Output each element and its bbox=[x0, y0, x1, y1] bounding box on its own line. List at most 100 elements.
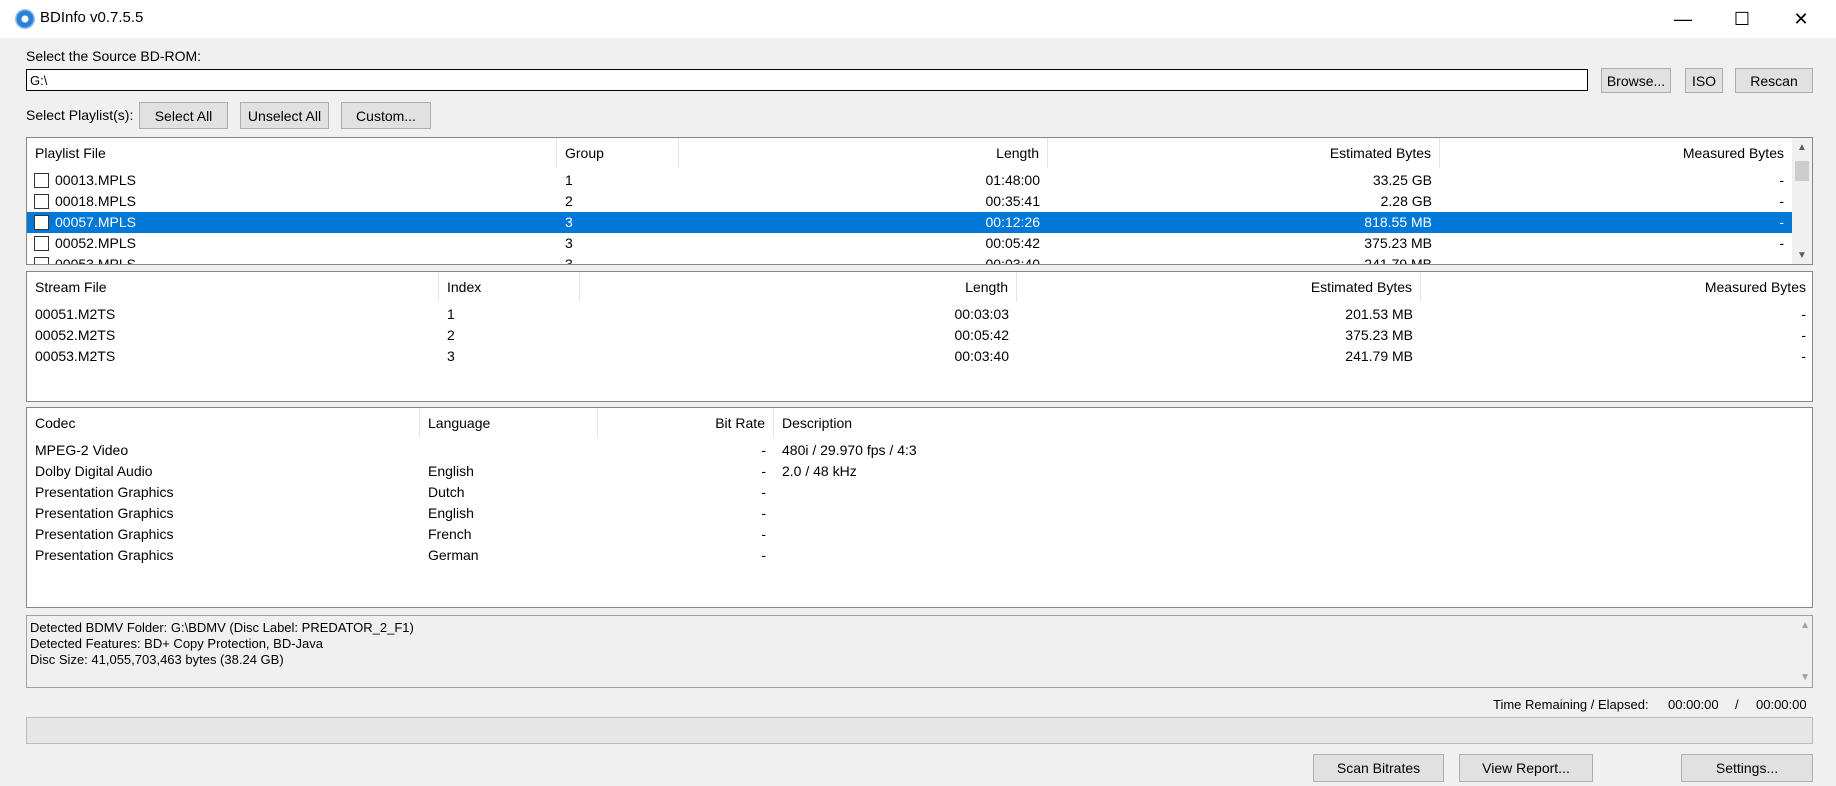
playlist-list[interactable]: Playlist File Group Length Estimated Byt… bbox=[26, 137, 1813, 265]
window-title: BDInfo v0.7.5.5 bbox=[40, 9, 144, 26]
codec-cell-language: French bbox=[428, 526, 472, 542]
time-remaining-value: 00:00:00 bbox=[1668, 697, 1719, 712]
close-button[interactable]: ✕ bbox=[1771, 0, 1831, 38]
stream-cell-index: 2 bbox=[447, 327, 455, 343]
title-bar: BDInfo v0.7.5.5 — ☐ ✕ bbox=[0, 0, 1836, 38]
playlist-row[interactable]: 00052.MPLS 3 00:05:42 375.23 MB - bbox=[27, 233, 1792, 254]
codec-cell-bitrate: - bbox=[761, 505, 766, 521]
scroll-up-arrow-icon[interactable]: ▲ bbox=[1792, 138, 1812, 156]
stream-row[interactable]: 00053.M2TS 3 00:03:40 241.79 MB - bbox=[27, 346, 1812, 367]
codec-cell-language: German bbox=[428, 547, 479, 563]
codec-cell-description bbox=[774, 524, 1812, 545]
codec-row[interactable]: MPEG-2 Video -480i / 29.970 fps / 4:3 bbox=[27, 440, 1812, 461]
playlist-cell-length: 00:05:42 bbox=[985, 235, 1041, 251]
codec-cell-bitrate: - bbox=[761, 484, 766, 500]
stream-list[interactable]: Stream File Index Length Estimated Bytes… bbox=[26, 271, 1813, 402]
browse-button[interactable]: Browse... bbox=[1601, 68, 1671, 93]
maximize-button[interactable]: ☐ bbox=[1712, 0, 1772, 38]
codec-cell-language bbox=[420, 440, 598, 461]
col-stream-file[interactable]: Stream File bbox=[27, 272, 439, 302]
settings-button[interactable]: Settings... bbox=[1681, 754, 1813, 782]
codec-list[interactable]: Codec Language Bit Rate Description MPEG… bbox=[26, 407, 1813, 608]
status-scroll-up-icon[interactable]: ▲ bbox=[1800, 620, 1810, 631]
col-measured-bytes[interactable]: Measured Bytes bbox=[1440, 138, 1792, 168]
col-stream-measured[interactable]: Measured Bytes bbox=[1421, 272, 1812, 302]
playlist-row[interactable]: 00013.MPLS 1 01:48:00 33.25 GB - bbox=[27, 170, 1792, 191]
source-path-input[interactable] bbox=[26, 69, 1588, 91]
stream-row[interactable]: 00052.M2TS 2 00:05:42 375.23 MB - bbox=[27, 325, 1812, 346]
minimize-button[interactable]: — bbox=[1653, 0, 1713, 38]
stream-cell-index: 1 bbox=[447, 306, 455, 322]
col-playlist-file[interactable]: Playlist File bbox=[27, 138, 557, 168]
codec-row[interactable]: Presentation Graphics German - bbox=[27, 545, 1812, 566]
custom-button[interactable]: Custom... bbox=[341, 102, 431, 129]
stream-cell-length: 00:03:03 bbox=[954, 306, 1010, 322]
status-text-box[interactable]: Detected BDMV Folder: G:\BDMV (Disc Labe… bbox=[26, 615, 1813, 688]
select-all-button[interactable]: Select All bbox=[139, 102, 228, 129]
col-bit-rate[interactable]: Bit Rate bbox=[598, 408, 774, 438]
codec-cell-codec: Presentation Graphics bbox=[35, 484, 174, 500]
playlist-header: Playlist File Group Length Estimated Byt… bbox=[27, 138, 1812, 168]
status-line-folder: Detected BDMV Folder: G:\BDMV (Disc Labe… bbox=[30, 620, 414, 635]
codec-row[interactable]: Presentation Graphics French - bbox=[27, 524, 1812, 545]
codec-header: Codec Language Bit Rate Description bbox=[27, 408, 1812, 438]
col-codec[interactable]: Codec bbox=[27, 408, 420, 438]
codec-cell-description: 480i / 29.970 fps / 4:3 bbox=[782, 442, 917, 458]
status-scroll-down-icon[interactable]: ▼ bbox=[1800, 672, 1810, 683]
scroll-down-arrow-icon[interactable]: ▼ bbox=[1792, 246, 1812, 264]
codec-row[interactable]: Presentation Graphics English - bbox=[27, 503, 1812, 524]
col-estimated-bytes[interactable]: Estimated Bytes bbox=[1048, 138, 1440, 168]
time-remaining-label: Time Remaining / Elapsed: bbox=[1493, 697, 1649, 712]
stream-row[interactable]: 00051.M2TS 1 00:03:03 201.53 MB - bbox=[27, 304, 1812, 325]
status-line-features: Detected Features: BD+ Copy Protection, … bbox=[30, 636, 323, 651]
unselect-all-button[interactable]: Unselect All bbox=[240, 102, 329, 129]
codec-cell-codec: Presentation Graphics bbox=[35, 547, 174, 563]
playlist-cell-file: 00053.MPLS bbox=[55, 256, 136, 265]
stream-cell-estimated: 375.23 MB bbox=[1345, 327, 1413, 343]
codec-row[interactable]: Presentation Graphics Dutch - bbox=[27, 482, 1812, 503]
stream-cell-measured: - bbox=[1801, 306, 1806, 322]
codec-cell-codec: Dolby Digital Audio bbox=[35, 463, 153, 479]
codec-cell-bitrate: - bbox=[761, 442, 766, 458]
scan-bitrates-button[interactable]: Scan Bitrates bbox=[1313, 754, 1444, 782]
col-stream-estimated[interactable]: Estimated Bytes bbox=[1017, 272, 1421, 302]
codec-cell-codec: Presentation Graphics bbox=[35, 505, 174, 521]
playlist-row[interactable]: 00018.MPLS 2 00:35:41 2.28 GB - bbox=[27, 191, 1792, 212]
codec-cell-language: English bbox=[428, 505, 474, 521]
iso-button[interactable]: ISO bbox=[1685, 68, 1723, 93]
col-language[interactable]: Language bbox=[420, 408, 598, 438]
col-index[interactable]: Index bbox=[439, 272, 580, 302]
playlist-cell-estimated: 33.25 GB bbox=[1372, 172, 1432, 188]
codec-cell-description bbox=[774, 545, 1812, 566]
playlist-scrollbar[interactable]: ▲ ▼ bbox=[1792, 138, 1812, 264]
codec-row[interactable]: Dolby Digital Audio English -2.0 / 48 kHz bbox=[27, 461, 1812, 482]
stream-cell-measured: - bbox=[1801, 348, 1806, 364]
rescan-button[interactable]: Rescan bbox=[1735, 68, 1813, 93]
playlist-row[interactable]: 00057.MPLS 3 00:12:26 818.55 MB - bbox=[27, 212, 1792, 233]
codec-cell-description bbox=[774, 503, 1812, 524]
col-description[interactable]: Description bbox=[774, 408, 1812, 438]
playlist-cell-file: 00018.MPLS bbox=[55, 193, 136, 209]
view-report-button[interactable]: View Report... bbox=[1459, 754, 1593, 782]
time-elapsed-value: 00:00:00 bbox=[1756, 697, 1807, 712]
scroll-thumb[interactable] bbox=[1795, 161, 1809, 181]
stream-cell-estimated: 201.53 MB bbox=[1345, 306, 1413, 322]
scan-progress-bar bbox=[26, 717, 1813, 744]
playlist-cell-length: 00:12:26 bbox=[985, 214, 1041, 230]
playlist-cell-estimated: 375.23 MB bbox=[1364, 235, 1432, 251]
playlist-cell-group: 3 bbox=[565, 235, 573, 251]
col-length[interactable]: Length bbox=[679, 138, 1048, 168]
col-group[interactable]: Group bbox=[557, 138, 679, 168]
playlist-cell-estimated: 241.79 MB bbox=[1364, 256, 1432, 265]
stream-cell-index: 3 bbox=[447, 348, 455, 364]
stream-cell-file: 00052.M2TS bbox=[35, 327, 116, 343]
playlist-row[interactable]: 00053.MPLS 3 00:03:40 241.79 MB - bbox=[27, 254, 1792, 265]
playlist-cell-estimated: 818.55 MB bbox=[1364, 214, 1432, 230]
stream-cell-length: 00:03:40 bbox=[954, 348, 1010, 364]
playlist-cell-measured: - bbox=[1779, 172, 1784, 188]
col-stream-length[interactable]: Length bbox=[580, 272, 1017, 302]
codec-cell-bitrate: - bbox=[761, 526, 766, 542]
status-line-disc-size: Disc Size: 41,055,703,463 bytes (38.24 G… bbox=[30, 652, 284, 667]
codec-cell-description: 2.0 / 48 kHz bbox=[782, 463, 857, 479]
stream-cell-estimated: 241.79 MB bbox=[1345, 348, 1413, 364]
